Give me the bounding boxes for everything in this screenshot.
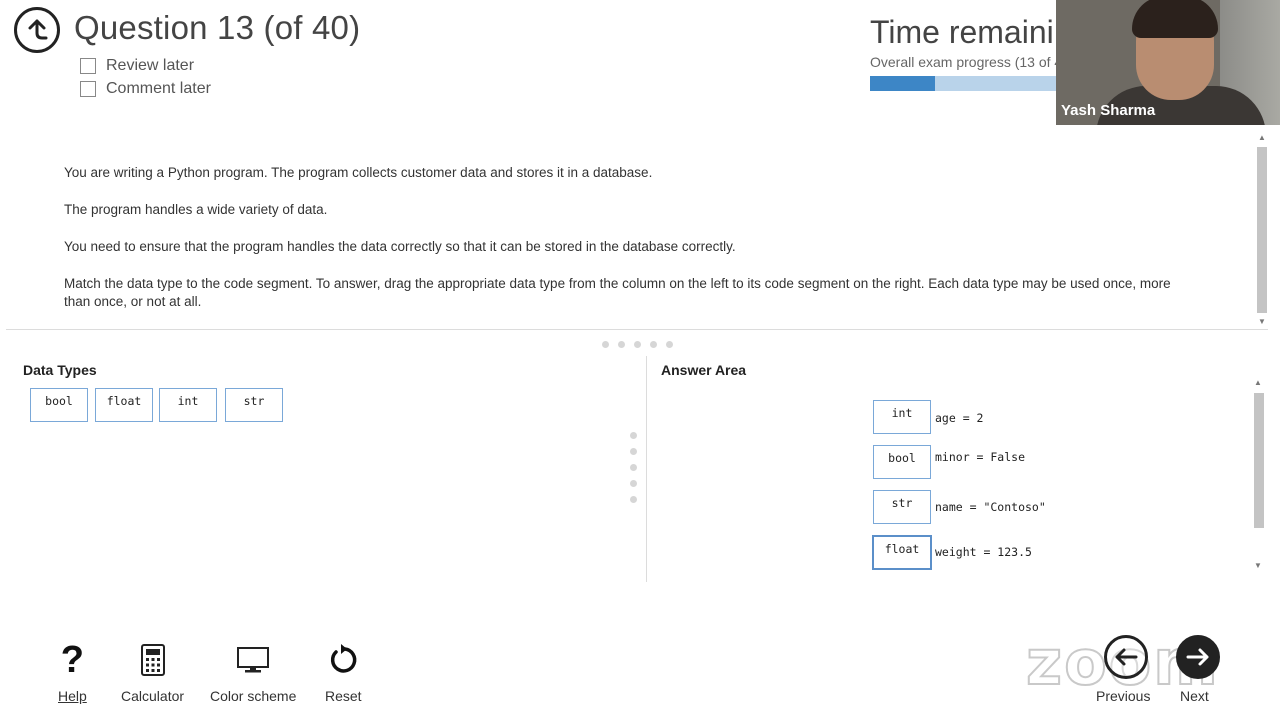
grip-dot	[602, 341, 609, 348]
question-paragraph: The program handles a wide variety of da…	[64, 202, 328, 217]
comment-later-label: Comment later	[106, 80, 211, 97]
grip-dot	[630, 480, 637, 487]
question-paragraph: You are writing a Python program. The pr…	[64, 165, 653, 180]
drag-item-bool[interactable]: bool	[30, 388, 88, 422]
arrow-right-icon	[1186, 648, 1209, 666]
exam-progress-fill	[870, 76, 935, 91]
pane-divider-horizontal	[6, 329, 1268, 330]
help-label: Help	[58, 688, 87, 704]
back-to-overview-button[interactable]	[14, 7, 60, 53]
answer-area-title: Answer Area	[661, 362, 747, 378]
reset-icon	[327, 640, 359, 680]
scroll-down-icon[interactable]: ▼	[1254, 561, 1262, 570]
help-icon: ?	[60, 638, 84, 681]
question-text: You are writing a Python program. The pr…	[64, 164, 1174, 330]
video-participant-tile: Yash Sharma	[1056, 0, 1280, 125]
monitor-icon	[237, 640, 270, 680]
grip-dot	[630, 432, 637, 439]
help-button[interactable]: ? Help	[58, 638, 87, 705]
color-scheme-label: Color scheme	[210, 688, 297, 704]
exam-progress-label: Overall exam progress (13 of 4	[870, 54, 1063, 70]
code-segment-weight: weight = 123.5	[935, 545, 1032, 559]
answer-area-scrollbar[interactable]: ▲ ▼	[1252, 378, 1266, 570]
calculator-icon	[140, 640, 165, 680]
reset-button[interactable]: Reset	[325, 640, 362, 704]
drag-item-int[interactable]: int	[159, 388, 217, 422]
next-button[interactable]	[1176, 635, 1220, 679]
answer-slot-weight[interactable]: float	[872, 535, 932, 570]
review-later-label: Review later	[106, 57, 195, 74]
arrow-left-icon	[1115, 648, 1138, 666]
calculator-button[interactable]: Calculator	[121, 640, 184, 704]
code-segment-name: name = "Contoso"	[935, 500, 1046, 514]
participant-hair	[1132, 0, 1218, 38]
drag-item-float[interactable]: float	[95, 388, 153, 422]
checkbox-box[interactable]	[80, 58, 96, 74]
grip-dot	[634, 341, 641, 348]
answer-slot-minor[interactable]: bool	[873, 445, 931, 479]
calculator-label: Calculator	[121, 688, 185, 704]
checkbox-box[interactable]	[80, 81, 96, 97]
question-paragraph: Match the data type to the code segment.…	[64, 276, 1171, 309]
scroll-up-icon[interactable]: ▲	[1258, 133, 1266, 142]
answer-slot-name[interactable]: str	[873, 490, 931, 524]
color-scheme-button[interactable]: Color scheme	[210, 640, 296, 704]
exam-progress-bar	[870, 76, 1070, 91]
grip-dot	[666, 341, 673, 348]
data-types-title: Data Types	[23, 362, 97, 378]
arrow-up-icon	[28, 19, 48, 40]
scroll-up-icon[interactable]: ▲	[1254, 378, 1262, 387]
code-segment-minor: minor = False	[935, 450, 1026, 464]
grip-dot	[618, 341, 625, 348]
code-segment-age: age = 2	[935, 411, 984, 425]
horizontal-resize-handle[interactable]	[602, 341, 673, 348]
answer-area-scrollbar-thumb[interactable]	[1254, 393, 1264, 528]
review-later-checkbox[interactable]: Review later	[80, 57, 194, 75]
grip-dot	[630, 464, 637, 471]
comment-later-checkbox[interactable]: Comment later	[80, 80, 211, 98]
pane-divider-vertical	[646, 356, 647, 582]
next-label[interactable]: Next	[1180, 688, 1209, 704]
time-remaining-title: Time remaini	[870, 14, 1054, 50]
question-paragraph: You need to ensure that the program hand…	[64, 239, 736, 254]
participant-name: Yash Sharma	[1061, 102, 1156, 119]
question-scrollbar[interactable]: ▲ ▼	[1256, 133, 1268, 326]
answer-slot-age[interactable]: int	[873, 400, 931, 434]
previous-label[interactable]: Previous	[1096, 688, 1150, 704]
vertical-resize-handle[interactable]	[630, 432, 637, 503]
scroll-down-icon[interactable]: ▼	[1258, 317, 1266, 326]
reset-label: Reset	[325, 688, 362, 704]
question-title: Question 13 (of 40)	[74, 9, 361, 46]
grip-dot	[630, 496, 637, 503]
drag-item-str[interactable]: str	[225, 388, 283, 422]
grip-dot	[650, 341, 657, 348]
question-scrollbar-thumb[interactable]	[1257, 147, 1267, 313]
grip-dot	[630, 448, 637, 455]
previous-button[interactable]	[1104, 635, 1148, 679]
